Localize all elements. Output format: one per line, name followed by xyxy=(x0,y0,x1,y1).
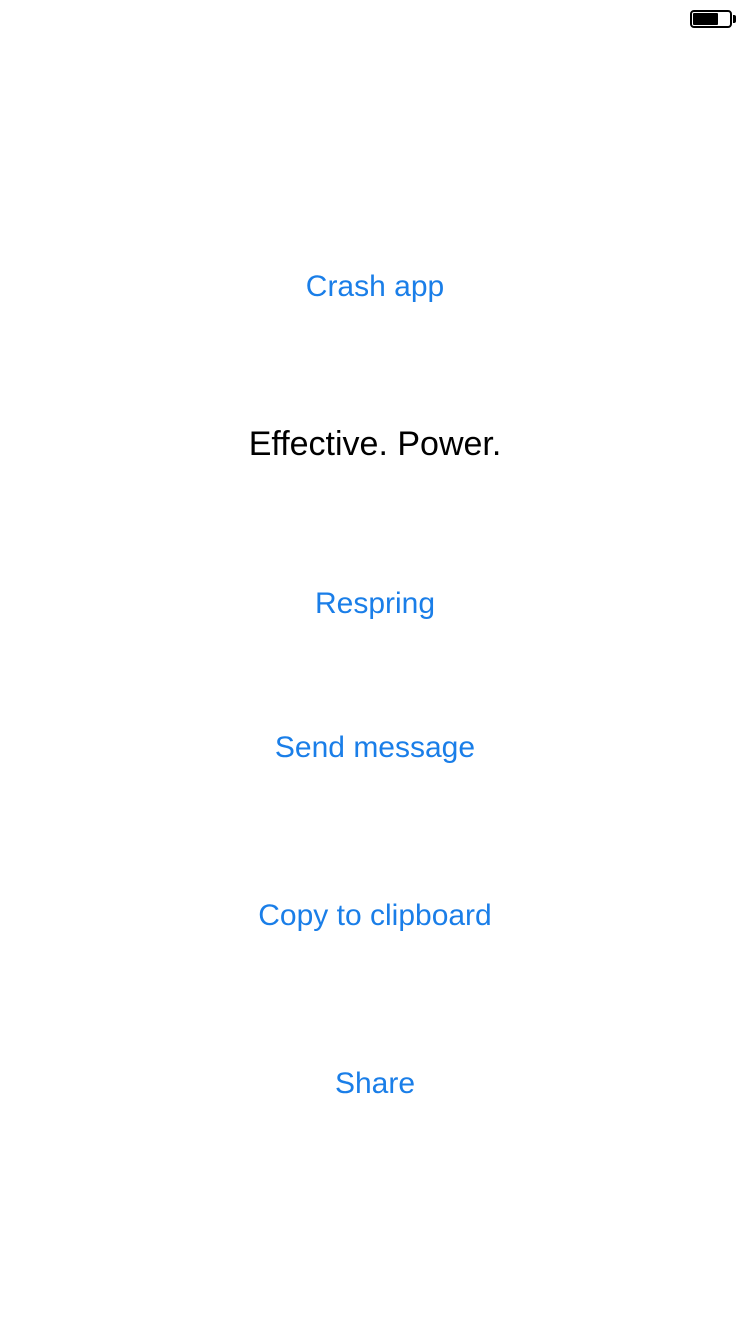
battery-tip xyxy=(733,15,736,23)
copy-to-clipboard-button[interactable]: Copy to clipboard xyxy=(258,896,491,936)
crash-app-row: Crash app xyxy=(0,267,750,307)
send-message-button[interactable]: Send message xyxy=(275,728,475,768)
status-bar xyxy=(0,0,750,40)
headline: Effective. Power. xyxy=(248,425,502,463)
respring-button[interactable]: Respring xyxy=(315,584,435,624)
share-row: Share xyxy=(0,1064,750,1104)
battery-icon xyxy=(690,10,736,28)
copy-row: Copy to clipboard xyxy=(0,896,750,936)
battery-fill xyxy=(693,13,718,25)
send-message-row: Send message xyxy=(0,728,750,768)
crash-app-button[interactable]: Crash app xyxy=(306,267,444,307)
respring-row: Respring xyxy=(0,584,750,624)
share-button[interactable]: Share xyxy=(335,1064,415,1104)
